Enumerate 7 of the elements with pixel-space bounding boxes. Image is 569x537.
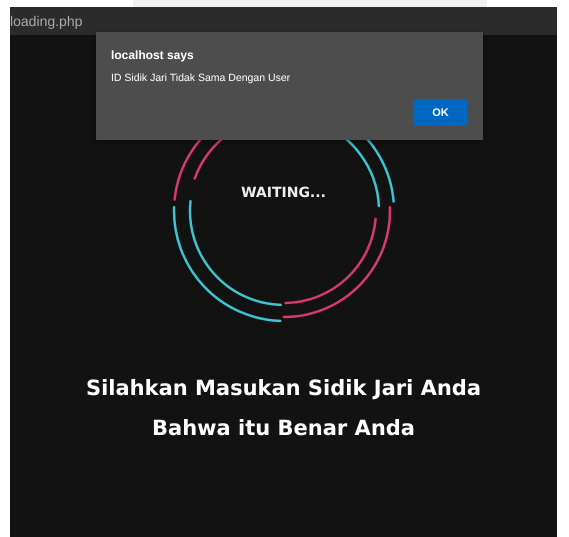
dialog-title: localhost says [111,48,195,62]
dialog-message: ID Sidik Jari Tidak Sama Dengan User [111,72,292,84]
ok-button[interactable]: OK [413,99,468,126]
waiting-label: WAITING... [241,185,326,201]
tab-title[interactable]: loading.php [10,13,82,29]
instruction-text: Silahkan Masukan Sidik Jari Anda [86,375,482,401]
instruction-text: Bahwa itu Benar Anda [152,415,415,441]
